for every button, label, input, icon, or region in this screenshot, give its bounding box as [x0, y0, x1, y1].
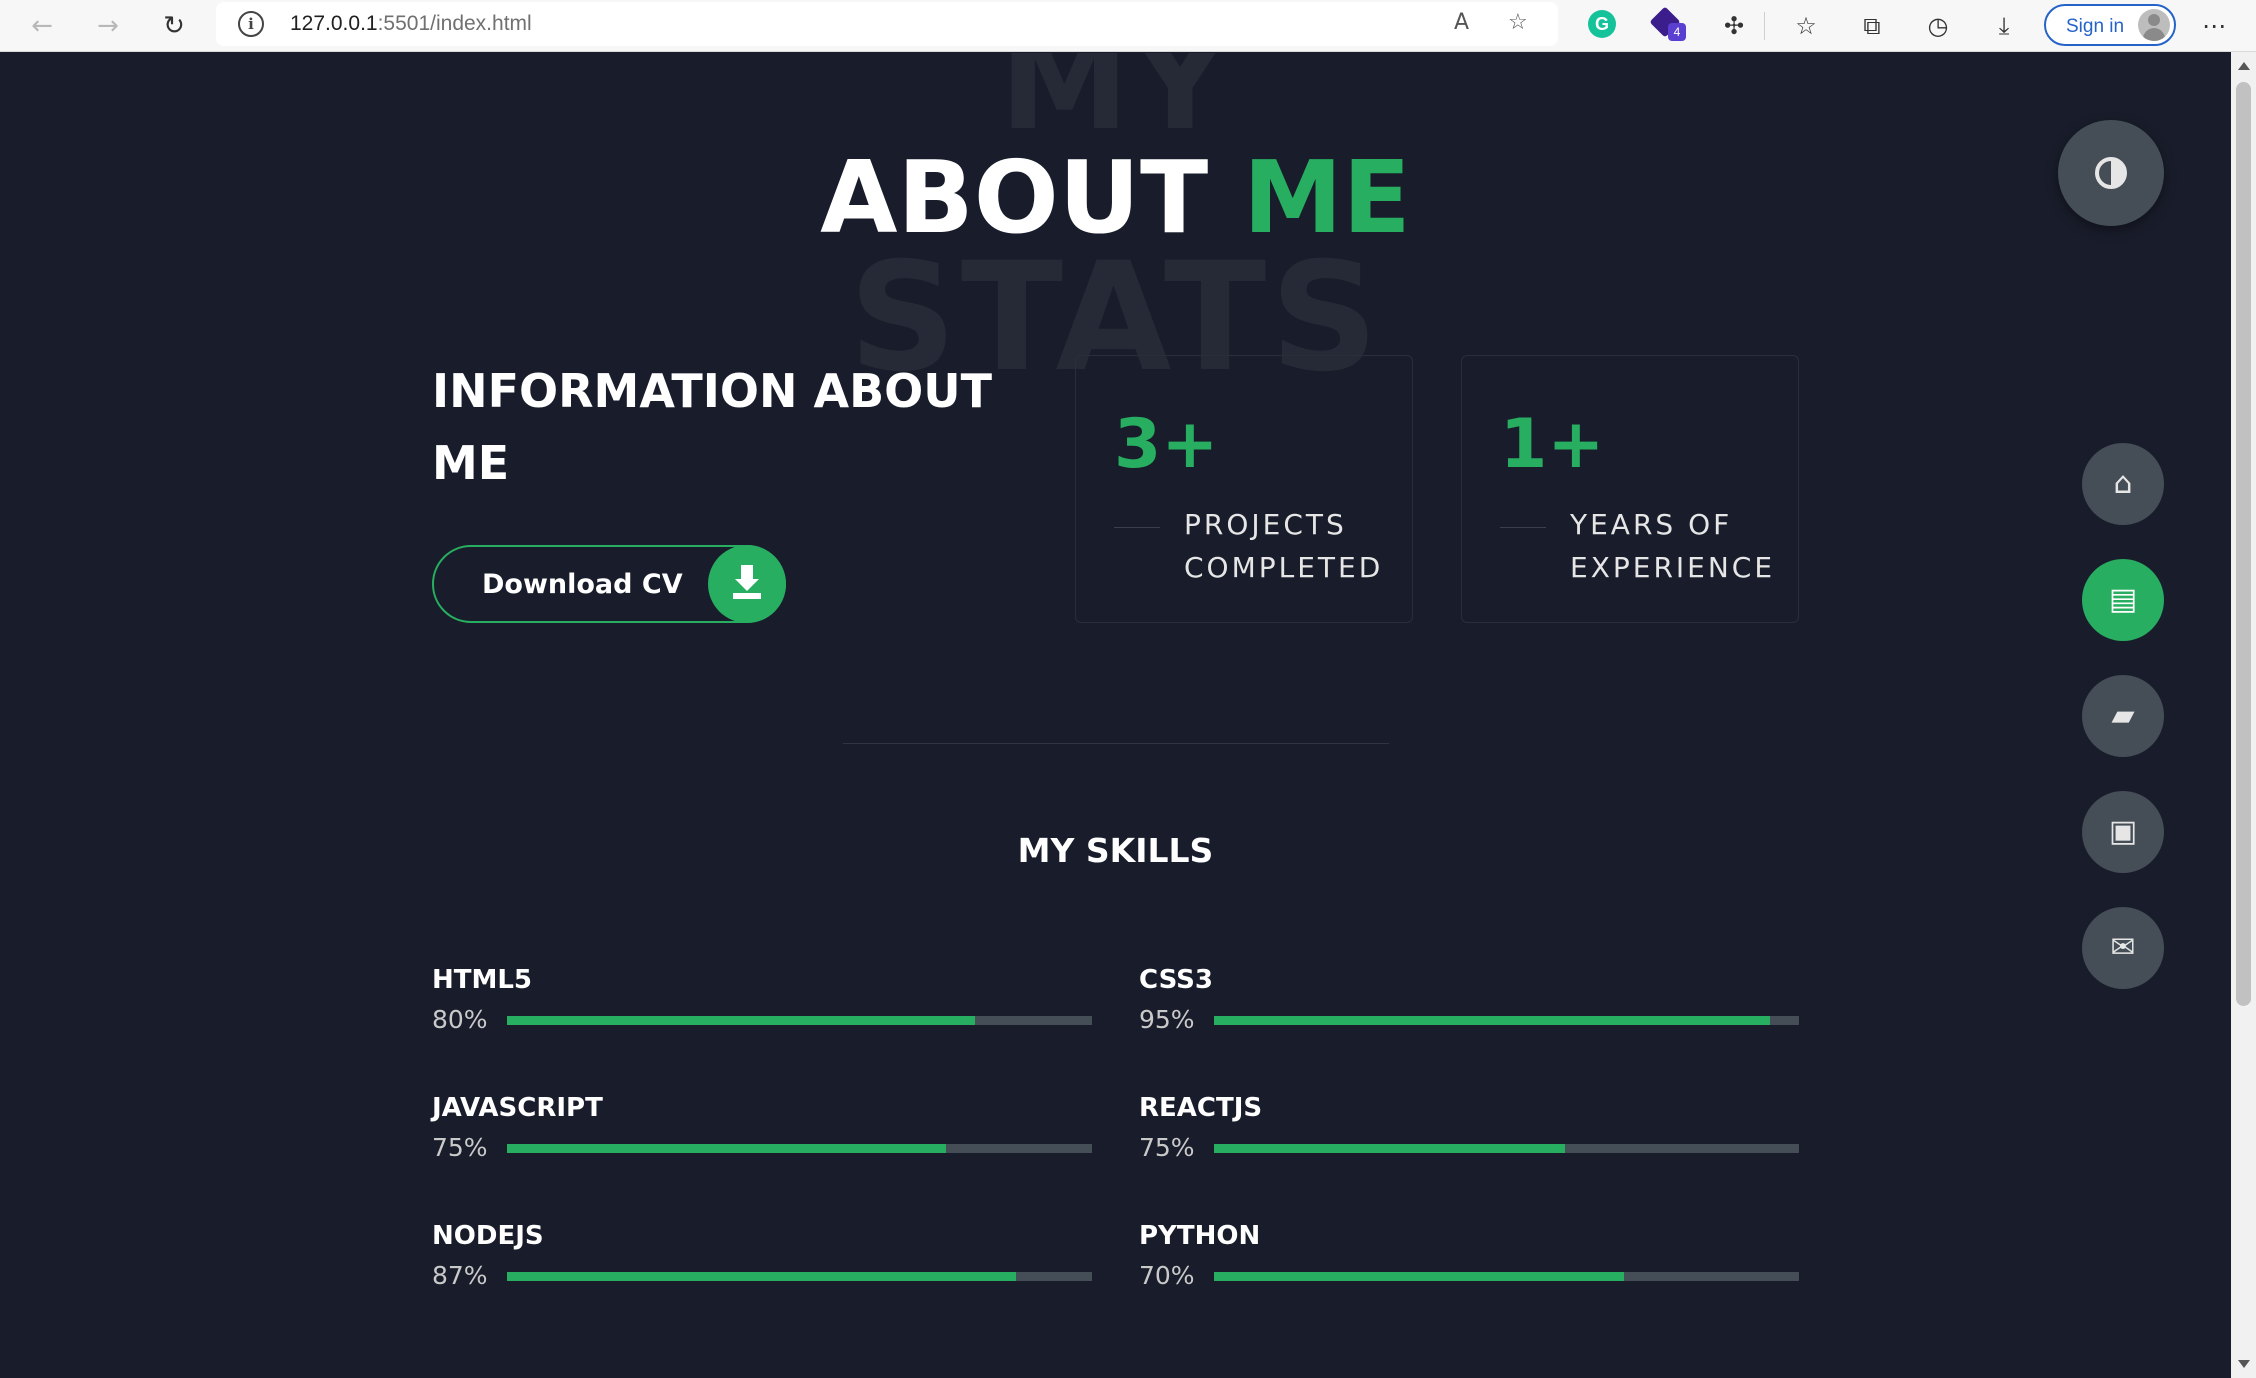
skill-name: REACTJS — [1139, 1093, 1263, 1123]
skill-name: NODEJS — [432, 1221, 544, 1251]
downloads-icon[interactable]: ⤓ — [1984, 6, 2024, 46]
add-favorite-icon[interactable]: ☆ — [1508, 10, 1528, 35]
skill-percent: 70% — [1139, 1261, 1195, 1290]
extensions-icon[interactable]: ✣ — [1714, 6, 1754, 46]
scrollbar-thumb[interactable] — [2236, 82, 2251, 1006]
skill-progress-fill — [1214, 1272, 1624, 1281]
collections-icon[interactable]: ⧉ — [1852, 6, 1892, 46]
title-accent-text: ME — [1243, 139, 1411, 256]
contrast-icon — [2095, 157, 2127, 189]
skill-progress-fill — [1214, 1144, 1565, 1153]
skill-name: HTML5 — [432, 965, 533, 995]
skill-progress-track — [507, 1272, 1092, 1281]
skill-reactjs: REACTJS 75% — [1139, 1093, 1799, 1173]
favorites-icon[interactable]: ☆ — [1786, 6, 1826, 46]
background-word-top: MY — [999, 53, 1232, 159]
stat-number: 3+ — [1114, 405, 1219, 484]
about-page: MY STATS ABOUT ME INFORMATION ABOUT ME D… — [0, 53, 2231, 1378]
avatar-icon — [2138, 9, 2170, 41]
stat-label: YEARS OF EXPERIENCE — [1570, 508, 1776, 584]
download-cv-button[interactable]: Download CV — [432, 545, 786, 623]
stat-card-projects: 3+ PROJECTS COMPLETED — [1075, 355, 1413, 623]
envelope-open-icon: ✉ — [2110, 930, 2136, 965]
info-heading: INFORMATION ABOUT ME — [432, 364, 992, 490]
nav-contact-button[interactable]: ✉ — [2082, 907, 2164, 989]
skill-css3: CSS3 95% — [1139, 965, 1799, 1045]
page-title: ABOUT ME — [0, 148, 2231, 248]
skill-progress-track — [507, 1144, 1092, 1153]
skill-name: CSS3 — [1139, 965, 1213, 995]
skill-progress-fill — [507, 1016, 975, 1025]
skill-percent: 87% — [432, 1261, 488, 1290]
url-text[interactable]: 127.0.0.1:5501/index.html — [290, 12, 532, 36]
skill-percent: 75% — [1139, 1133, 1195, 1162]
skill-percent: 95% — [1139, 1005, 1195, 1034]
stat-divider — [1500, 527, 1546, 528]
stat-label: PROJECTS COMPLETED — [1184, 508, 1384, 584]
stat-number: 1+ — [1500, 405, 1605, 484]
section-divider — [843, 743, 1389, 744]
section-title: MY STATS ABOUT ME — [0, 53, 2231, 393]
skill-percent: 75% — [432, 1133, 488, 1162]
page-scrollbar[interactable] — [2231, 52, 2256, 1378]
skill-name: PYTHON — [1139, 1221, 1261, 1251]
history-icon[interactable]: ◷ — [1918, 6, 1958, 46]
browser-toolbar: ← → ↻ i 127.0.0.1:5501/index.html A ☆ G … — [0, 0, 2256, 52]
reload-icon[interactable]: ↻ — [154, 6, 194, 46]
address-bar[interactable]: i 127.0.0.1:5501/index.html A ☆ — [216, 2, 1558, 46]
nav-experience-button[interactable]: ▣ — [2082, 791, 2164, 873]
sign-in-button[interactable]: Sign in — [2044, 4, 2176, 46]
download-icon — [708, 545, 786, 623]
skill-progress-fill — [507, 1144, 946, 1153]
theme-toggle-button[interactable] — [2058, 120, 2164, 226]
grammarly-extension-icon[interactable]: G — [1588, 10, 1616, 38]
sign-in-label: Sign in — [2066, 16, 2125, 37]
id-card-icon: ▤ — [2108, 582, 2138, 617]
nav-portfolio-button[interactable]: ▰ — [2082, 675, 2164, 757]
nav-about-button[interactable]: ▤ — [2082, 559, 2164, 641]
read-aloud-icon[interactable]: A — [1454, 10, 1469, 35]
site-info-icon[interactable]: i — [238, 11, 264, 37]
skill-progress-track — [1214, 1272, 1799, 1281]
back-icon[interactable]: ← — [22, 6, 62, 46]
skills-title: MY SKILLS — [1017, 831, 1214, 870]
forward-icon[interactable]: → — [88, 6, 128, 46]
title-main-text: ABOUT — [820, 139, 1209, 256]
skill-progress-track — [1214, 1144, 1799, 1153]
download-cv-label: Download CV — [482, 569, 683, 600]
extension-badge-icon[interactable]: 4 — [1649, 6, 1686, 41]
skill-progress-fill — [1214, 1016, 1770, 1025]
stat-card-experience: 1+ YEARS OF EXPERIENCE — [1461, 355, 1799, 623]
scroll-up-icon[interactable] — [2238, 62, 2250, 70]
skill-nodejs: NODEJS 87% — [432, 1221, 1092, 1301]
stat-divider — [1114, 527, 1160, 528]
scroll-down-icon[interactable] — [2238, 1360, 2250, 1368]
more-options-icon[interactable]: ⋯ — [2194, 6, 2234, 46]
folder-open-icon: ▰ — [2111, 698, 2135, 733]
skill-progress-track — [507, 1016, 1092, 1025]
skill-progress-fill — [507, 1272, 1016, 1281]
skill-percent: 80% — [432, 1005, 488, 1034]
skill-progress-track — [1214, 1016, 1799, 1025]
skill-javascript: JAVASCRIPT 75% — [432, 1093, 1092, 1173]
skill-html5: HTML5 80% — [432, 965, 1092, 1045]
briefcase-icon: ▣ — [2108, 814, 2138, 849]
home-icon: ⌂ — [2113, 466, 2133, 501]
skill-python: PYTHON 70% — [1139, 1221, 1799, 1301]
nav-home-button[interactable]: ⌂ — [2082, 443, 2164, 525]
skill-name: JAVASCRIPT — [432, 1093, 603, 1123]
